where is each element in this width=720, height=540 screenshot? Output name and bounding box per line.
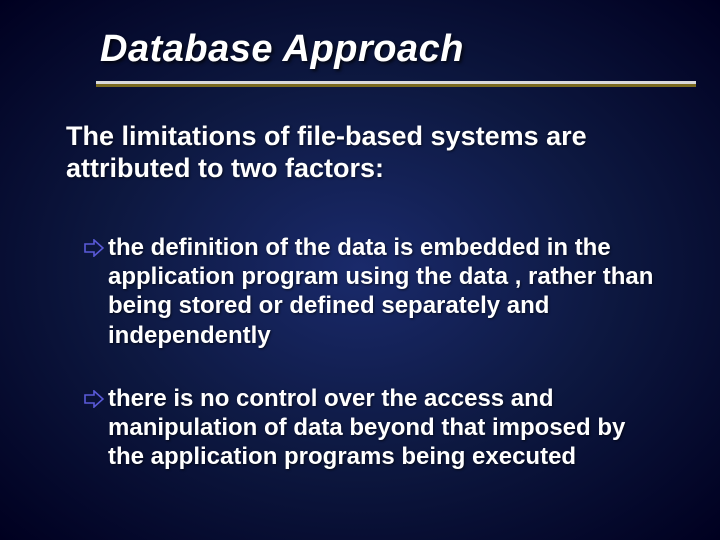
slide: Database Approach The limitations of fil… [0,0,720,540]
arrow-icon [84,239,104,257]
title-underline [96,81,696,87]
slide-title: Database Approach [100,28,720,71]
content-area: The limitations of file-based systems ar… [0,87,720,472]
list-item: there is no control over the access and … [66,384,664,472]
bullet-text: the definition of the data is embedded i… [108,233,664,350]
title-block: Database Approach [0,0,720,71]
bullet-text: there is no control over the access and … [108,384,664,472]
arrow-icon [84,390,104,408]
bullet-list: the definition of the data is embedded i… [66,233,664,472]
list-item: the definition of the data is embedded i… [66,233,664,350]
intro-text: The limitations of file-based systems ar… [66,121,664,185]
